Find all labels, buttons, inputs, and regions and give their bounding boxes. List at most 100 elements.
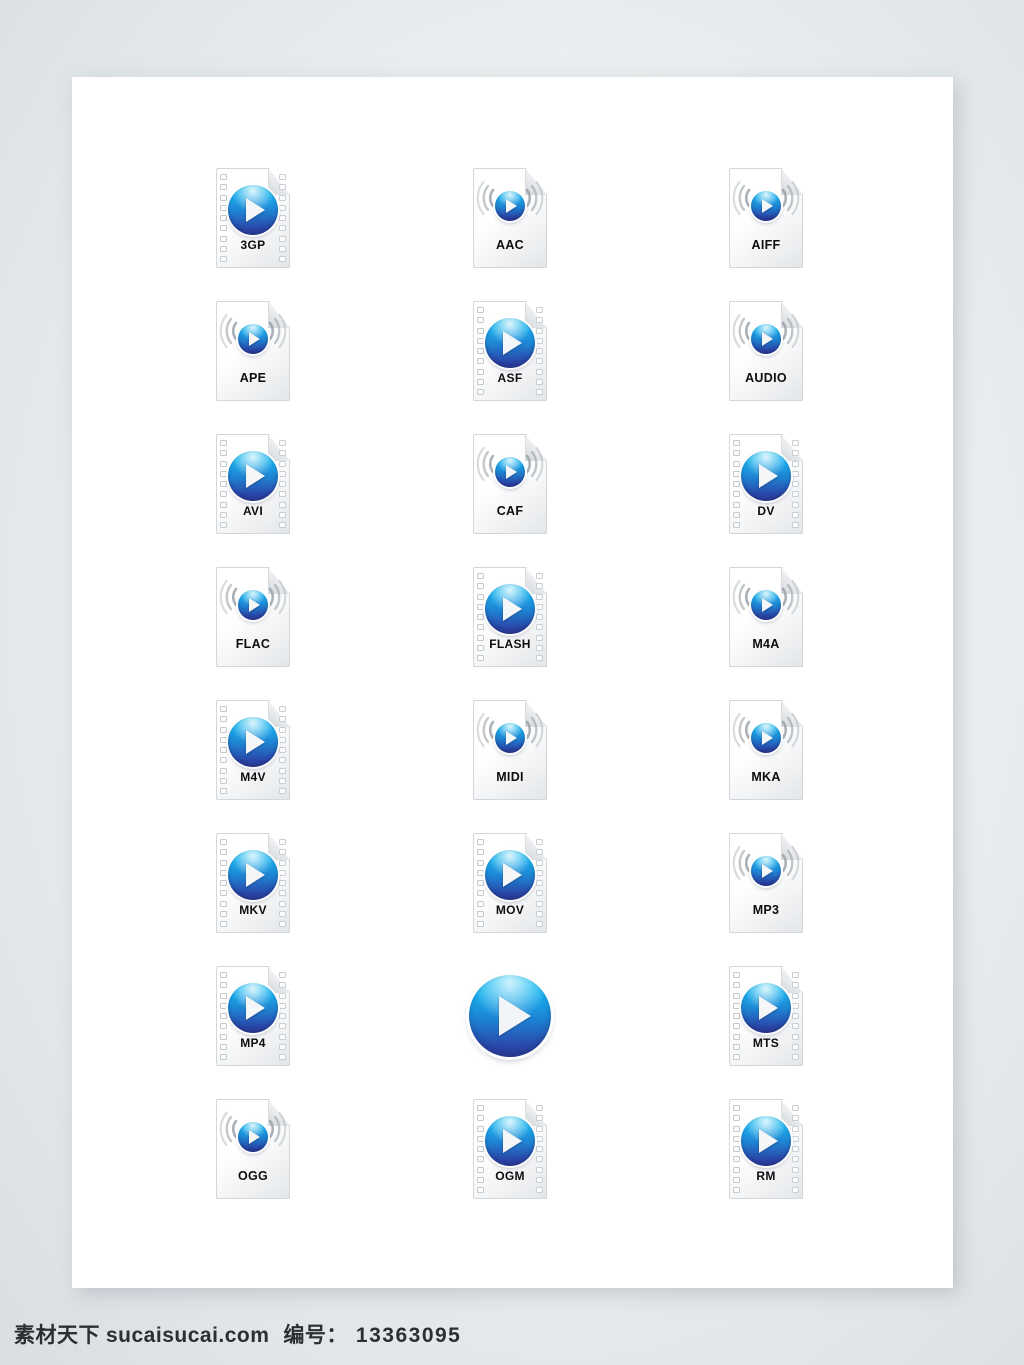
play-button[interactable]	[729, 191, 803, 221]
play-button-disc[interactable]	[238, 1122, 268, 1152]
file-type-icon-m4v[interactable]: M4V	[216, 700, 290, 800]
play-button-disc[interactable]	[751, 856, 781, 886]
play-button-disc[interactable]	[485, 318, 535, 368]
play-button-disc[interactable]	[495, 457, 525, 487]
play-button[interactable]	[729, 590, 803, 620]
play-button[interactable]	[729, 324, 803, 354]
play-button[interactable]	[216, 185, 290, 235]
play-triangle-icon	[246, 730, 265, 754]
play-button[interactable]	[473, 1116, 547, 1166]
file-icon-cell[interactable]: ASF	[430, 301, 590, 421]
file-type-icon-mp3[interactable]: MP3	[729, 833, 803, 933]
play-button-disc[interactable]	[228, 717, 278, 767]
file-type-icon-mkv[interactable]: MKV	[216, 833, 290, 933]
file-type-icon-mka[interactable]: MKA	[729, 700, 803, 800]
file-type-icon-m4a[interactable]: M4A	[729, 567, 803, 667]
file-type-icon-ape[interactable]: APE	[216, 301, 290, 401]
file-type-icon-rm[interactable]: RM	[729, 1099, 803, 1199]
file-icon-cell[interactable]: AIFF	[686, 168, 846, 288]
play-button[interactable]	[216, 451, 290, 501]
file-type-icon-aiff[interactable]: AIFF	[729, 168, 803, 268]
play-button-disc[interactable]	[228, 850, 278, 900]
play-button[interactable]	[729, 1116, 803, 1166]
file-icon-cell[interactable]: FLAC	[173, 567, 333, 687]
file-icon-cell[interactable]: M4A	[686, 567, 846, 687]
play-button[interactable]	[729, 451, 803, 501]
file-type-icon-mov[interactable]: MOV	[473, 833, 547, 933]
play-button-disc[interactable]	[741, 983, 791, 1033]
play-button-disc[interactable]	[238, 324, 268, 354]
file-icon-cell[interactable]: MP4	[173, 966, 333, 1086]
play-button[interactable]	[216, 983, 290, 1033]
play-button-disc[interactable]	[485, 584, 535, 634]
play-button[interactable]	[216, 850, 290, 900]
file-type-icon-caf[interactable]: CAF	[473, 434, 547, 534]
play-button[interactable]	[216, 590, 290, 620]
play-triangle-icon	[246, 464, 265, 488]
sprocket-hole	[279, 174, 286, 180]
file-icon-cell[interactable]: MP3	[686, 833, 846, 953]
play-button-disc[interactable]	[751, 324, 781, 354]
play-button[interactable]	[473, 584, 547, 634]
play-button-disc[interactable]	[485, 850, 535, 900]
file-icon-cell[interactable]: OGM	[430, 1099, 590, 1219]
play-button[interactable]	[473, 191, 547, 221]
file-icon-cell[interactable]: MKA	[686, 700, 846, 820]
file-type-icon-flash[interactable]: FLASH	[473, 567, 547, 667]
file-icon-cell[interactable]: M4V	[173, 700, 333, 820]
file-type-icon-mp4[interactable]: MP4	[216, 966, 290, 1066]
play-button-disc[interactable]	[751, 723, 781, 753]
play-button-disc[interactable]	[741, 451, 791, 501]
play-button-disc[interactable]	[238, 590, 268, 620]
file-icon-cell[interactable]: 3GP	[173, 168, 333, 288]
play-button[interactable]	[729, 983, 803, 1033]
play-button-disc[interactable]	[485, 1116, 535, 1166]
file-icon-cell[interactable]: DV	[686, 434, 846, 554]
play-button[interactable]	[473, 457, 547, 487]
play-button[interactable]	[473, 318, 547, 368]
file-icon-cell[interactable]: CAF	[430, 434, 590, 554]
play-button[interactable]	[216, 717, 290, 767]
file-type-icon-mts[interactable]: MTS	[729, 966, 803, 1066]
file-icon-cell[interactable]: OGG	[173, 1099, 333, 1219]
play-button[interactable]	[729, 723, 803, 753]
file-type-icon-dv[interactable]: DV	[729, 434, 803, 534]
play-button[interactable]	[473, 723, 547, 753]
file-icon-cell[interactable]: AVI	[173, 434, 333, 554]
file-type-icon-flac[interactable]: FLAC	[216, 567, 290, 667]
file-type-icon-ogg[interactable]: OGG	[216, 1099, 290, 1199]
file-icon-cell[interactable]: APE	[173, 301, 333, 421]
play-button-disc[interactable]	[228, 983, 278, 1033]
file-type-icon-aac[interactable]: AAC	[473, 168, 547, 268]
file-icon-cell[interactable]: AUDIO	[686, 301, 846, 421]
play-button-disc[interactable]	[495, 723, 525, 753]
file-icon-cell[interactable]: MIDI	[430, 700, 590, 820]
sprocket-hole	[279, 1054, 286, 1060]
play-button[interactable]	[473, 850, 547, 900]
play-button-disc[interactable]	[751, 191, 781, 221]
file-type-icon-midi[interactable]: MIDI	[473, 700, 547, 800]
file-type-icon-3gp[interactable]: 3GP	[216, 168, 290, 268]
sprocket-hole	[733, 440, 740, 446]
file-icon-cell[interactable]: MKV	[173, 833, 333, 953]
file-type-icon-asf[interactable]: ASF	[473, 301, 547, 401]
play-button-disc[interactable]	[228, 451, 278, 501]
file-type-label: FLASH	[489, 637, 531, 651]
play-button-disc[interactable]	[495, 191, 525, 221]
play-button[interactable]	[216, 324, 290, 354]
play-button-disc[interactable]	[751, 590, 781, 620]
file-icon-cell[interactable]: FLASH	[430, 567, 590, 687]
play-button[interactable]	[729, 856, 803, 886]
file-icon-cell[interactable]: MTS	[686, 966, 846, 1086]
play-button-disc[interactable]	[228, 185, 278, 235]
play-button[interactable]	[216, 1122, 290, 1152]
file-type-icon-audio[interactable]: AUDIO	[729, 301, 803, 401]
standalone-play-button[interactable]	[430, 956, 590, 1076]
file-icon-cell[interactable]: RM	[686, 1099, 846, 1219]
file-type-icon-avi[interactable]: AVI	[216, 434, 290, 534]
file-icon-cell[interactable]: AAC	[430, 168, 590, 288]
file-type-icon-ogm[interactable]: OGM	[473, 1099, 547, 1199]
play-button-disc[interactable]	[741, 1116, 791, 1166]
file-icon-cell[interactable]: MOV	[430, 833, 590, 953]
play-button-disc[interactable]	[469, 975, 551, 1057]
